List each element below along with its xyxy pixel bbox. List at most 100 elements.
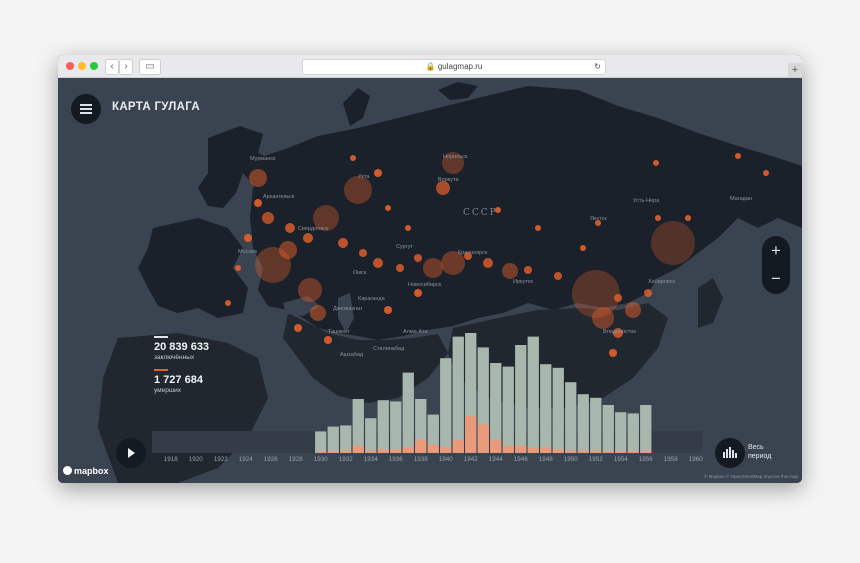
- map-canvas[interactable]: Мурманск Архангельск Ухта Норильск Ворку…: [58, 78, 802, 483]
- timeline-tick-label: 1942: [463, 456, 478, 463]
- land-western-europe: [138, 218, 248, 318]
- forward-button[interactable]: ›: [119, 59, 133, 75]
- camp-marker: [279, 241, 297, 259]
- reload-icon[interactable]: ↻: [594, 60, 601, 74]
- mapbox-icon: [63, 466, 72, 475]
- city-label: Воркута: [438, 177, 459, 183]
- timeline-tick-label: 1926: [263, 456, 278, 463]
- camp-marker: [655, 215, 661, 221]
- camp-marker: [436, 181, 450, 195]
- camp-marker: [310, 305, 326, 321]
- timeline-tick-label: 1924: [238, 456, 253, 463]
- died-legend-line: [154, 369, 168, 371]
- play-button[interactable]: [116, 438, 146, 468]
- camp-marker: [592, 307, 614, 329]
- camp-marker: [338, 238, 348, 248]
- timeline-tick-label: 1938: [413, 456, 428, 463]
- died-count: 1 727 684: [154, 373, 203, 386]
- url-text: gulagmap.ru: [437, 62, 483, 71]
- city-label: Якутск: [590, 216, 607, 222]
- menu-button[interactable]: [71, 94, 101, 124]
- camp-marker: [298, 278, 322, 302]
- camp-marker: [653, 160, 659, 166]
- camp-marker: [324, 336, 332, 344]
- camp-marker: [235, 265, 241, 271]
- prisoners-label: заключённых: [154, 353, 195, 361]
- mapbox-logo-text: mapbox: [74, 466, 109, 476]
- camp-marker: [350, 155, 356, 161]
- timeline-tick-label: 1950: [563, 456, 578, 463]
- camp-marker: [554, 272, 562, 280]
- camp-marker: [244, 234, 252, 242]
- close-window-button[interactable]: [66, 62, 74, 70]
- land-japan: [698, 278, 723, 328]
- city-label: Алма-Ата: [403, 329, 429, 335]
- timeline-tick-label: 1928: [288, 456, 303, 463]
- sidebar-toggle-icon[interactable]: ▭: [139, 59, 161, 75]
- back-button[interactable]: ‹: [105, 59, 119, 75]
- app-title: КАРТА ГУЛАГА: [112, 101, 200, 113]
- city-label: Ашхабад: [340, 352, 364, 358]
- died-label: умерших: [154, 386, 181, 394]
- camp-marker: [294, 324, 302, 332]
- camp-marker: [285, 223, 295, 233]
- timeline-tick-label: 1946: [513, 456, 528, 463]
- camp-marker: [609, 349, 617, 357]
- city-label: Красноярск: [458, 250, 488, 256]
- browser-window: ‹ › ▭ 🔒 gulagmap.ru ↻ + Мурманск Арханге…: [58, 55, 802, 483]
- prisoners-legend-line: [154, 336, 168, 338]
- camp-marker: [614, 294, 622, 302]
- address-bar[interactable]: 🔒 gulagmap.ru ↻: [302, 59, 606, 75]
- zoom-out-button[interactable]: −: [762, 265, 790, 293]
- timeline-tick-label: 1920: [188, 456, 203, 463]
- country-label: СССР: [463, 208, 498, 218]
- mapbox-logo[interactable]: mapbox: [63, 466, 109, 476]
- camp-marker: [524, 266, 532, 274]
- city-label: Ташкент: [328, 329, 350, 335]
- city-label: Новосибирск: [408, 282, 442, 288]
- city-label: Джезказган: [333, 306, 362, 312]
- zoom-in-button[interactable]: +: [762, 237, 790, 265]
- timeline-tick-label: 1960: [688, 456, 703, 463]
- city-label: Мурманск: [250, 156, 276, 162]
- all-period-button[interactable]: [715, 438, 745, 468]
- prisoners-stat: 20 839 633 заключённых: [154, 336, 209, 361]
- minimize-window-button[interactable]: [78, 62, 86, 70]
- new-tab-button[interactable]: +: [788, 63, 802, 77]
- timeline-tick-label: 1948: [538, 456, 553, 463]
- city-label: Ухта: [358, 174, 370, 180]
- timeline-tick-label: 1922: [213, 456, 228, 463]
- camp-marker: [344, 176, 372, 204]
- city-label: Архангельск: [263, 194, 295, 200]
- camp-marker: [385, 205, 391, 211]
- timeline-tick-label: 1952: [588, 456, 603, 463]
- camp-marker: [644, 289, 652, 297]
- camp-marker: [405, 225, 411, 231]
- browser-toolbar: ‹ › ▭ 🔒 gulagmap.ru ↻ +: [58, 55, 802, 78]
- maximize-window-button[interactable]: [90, 62, 98, 70]
- camp-marker: [735, 153, 741, 159]
- city-label: Свердловск: [298, 226, 329, 232]
- camp-marker: [763, 170, 769, 176]
- land-china: [448, 303, 668, 408]
- camp-marker: [384, 306, 392, 314]
- camp-marker: [303, 233, 313, 243]
- map-attribution[interactable]: © Mapbox © OpenStreetMap Improve this ma…: [704, 474, 798, 479]
- city-label: Сургут: [396, 244, 413, 250]
- camp-marker: [685, 215, 691, 221]
- zoom-control: + −: [762, 236, 790, 294]
- camp-marker: [254, 199, 262, 207]
- camp-marker: [483, 258, 493, 268]
- city-label: Омск: [353, 270, 367, 276]
- play-icon: [128, 448, 135, 458]
- timeline-tick-label: 1932: [338, 456, 353, 463]
- timeline-tick-label: 1954: [613, 456, 628, 463]
- timeline-tick-label: 1958: [663, 456, 678, 463]
- timeline-tick-label: 1940: [438, 456, 453, 463]
- land-novaya-zemlya: [343, 88, 370, 126]
- died-stat: 1 727 684 умерших: [154, 369, 203, 394]
- camp-marker: [249, 169, 267, 187]
- camp-marker: [359, 249, 367, 257]
- lock-icon: 🔒: [425, 62, 436, 71]
- timeline-tick-label: 1930: [313, 456, 328, 463]
